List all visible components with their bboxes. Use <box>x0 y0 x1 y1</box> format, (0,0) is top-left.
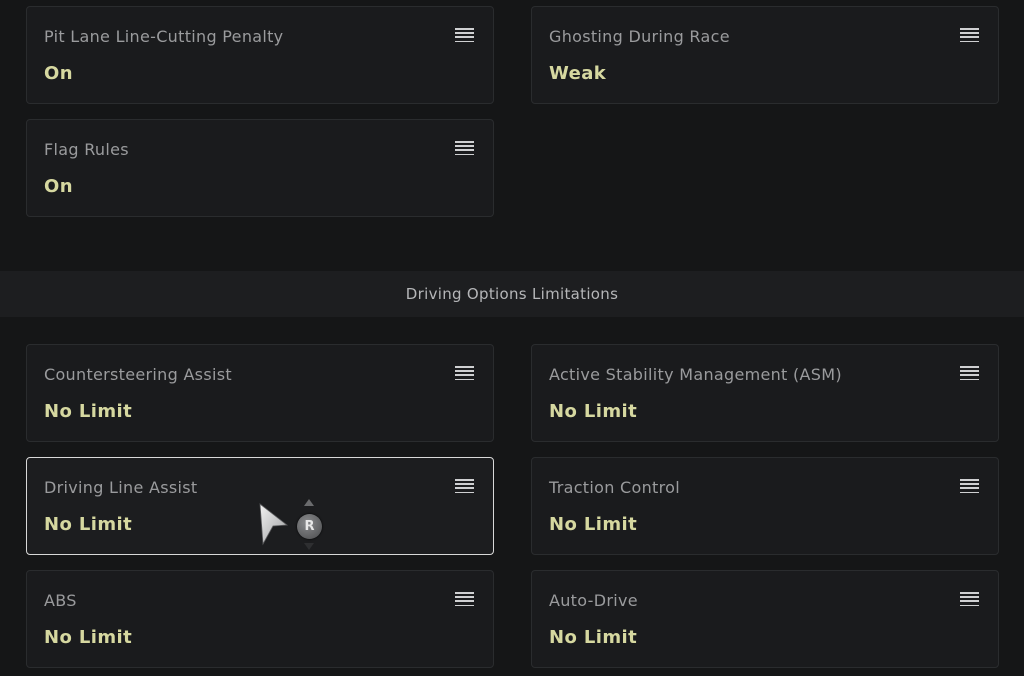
setting-value: Weak <box>549 63 607 84</box>
menu-lines-icon[interactable] <box>960 592 979 607</box>
setting-title: Driving Line Assist <box>44 478 198 497</box>
setting-value: No Limit <box>44 627 133 648</box>
settings-page: Pit Lane Line-Cutting Penalty On Ghostin… <box>0 0 1024 676</box>
setting-title: Flag Rules <box>44 140 129 159</box>
pointer-cursor-icon <box>259 503 289 546</box>
setting-value: No Limit <box>44 401 133 422</box>
menu-lines-icon[interactable] <box>455 479 474 494</box>
setting-title: Pit Lane Line-Cutting Penalty <box>44 27 284 46</box>
setting-card-auto-drive[interactable]: Auto-Drive No Limit <box>531 570 999 668</box>
setting-title: Traction Control <box>549 478 680 497</box>
setting-value: No Limit <box>549 401 638 422</box>
setting-title: Auto-Drive <box>549 591 638 610</box>
setting-value: No Limit <box>549 514 638 535</box>
setting-card-ghosting[interactable]: Ghosting During Race Weak <box>531 6 999 104</box>
scroll-up-indicator-icon <box>304 499 314 506</box>
menu-lines-icon[interactable] <box>960 479 979 494</box>
setting-card-flag-rules[interactable]: Flag Rules On <box>26 119 494 217</box>
menu-lines-icon[interactable] <box>455 366 474 381</box>
setting-card-traction-control[interactable]: Traction Control No Limit <box>531 457 999 555</box>
setting-title: Ghosting During Race <box>549 27 730 46</box>
r-button-badge: R <box>297 514 322 539</box>
setting-title: ABS <box>44 591 77 610</box>
setting-card-abs[interactable]: ABS No Limit <box>26 570 494 668</box>
menu-lines-icon[interactable] <box>455 28 474 43</box>
setting-value: No Limit <box>44 514 133 535</box>
setting-value: On <box>44 176 73 197</box>
setting-value: No Limit <box>549 627 638 648</box>
menu-lines-icon[interactable] <box>960 366 979 381</box>
setting-title: Countersteering Assist <box>44 365 232 384</box>
section-title: Driving Options Limitations <box>405 285 619 303</box>
setting-card-pit-lane-penalty[interactable]: Pit Lane Line-Cutting Penalty On <box>26 6 494 104</box>
setting-value: On <box>44 63 73 84</box>
menu-lines-icon[interactable] <box>960 28 979 43</box>
setting-card-asm[interactable]: Active Stability Management (ASM) No Lim… <box>531 344 999 442</box>
scroll-down-indicator-icon <box>304 543 314 550</box>
setting-card-countersteering-assist[interactable]: Countersteering Assist No Limit <box>26 344 494 442</box>
menu-lines-icon[interactable] <box>455 141 474 156</box>
section-header: Driving Options Limitations <box>0 271 1024 317</box>
setting-title: Active Stability Management (ASM) <box>549 365 842 384</box>
menu-lines-icon[interactable] <box>455 592 474 607</box>
